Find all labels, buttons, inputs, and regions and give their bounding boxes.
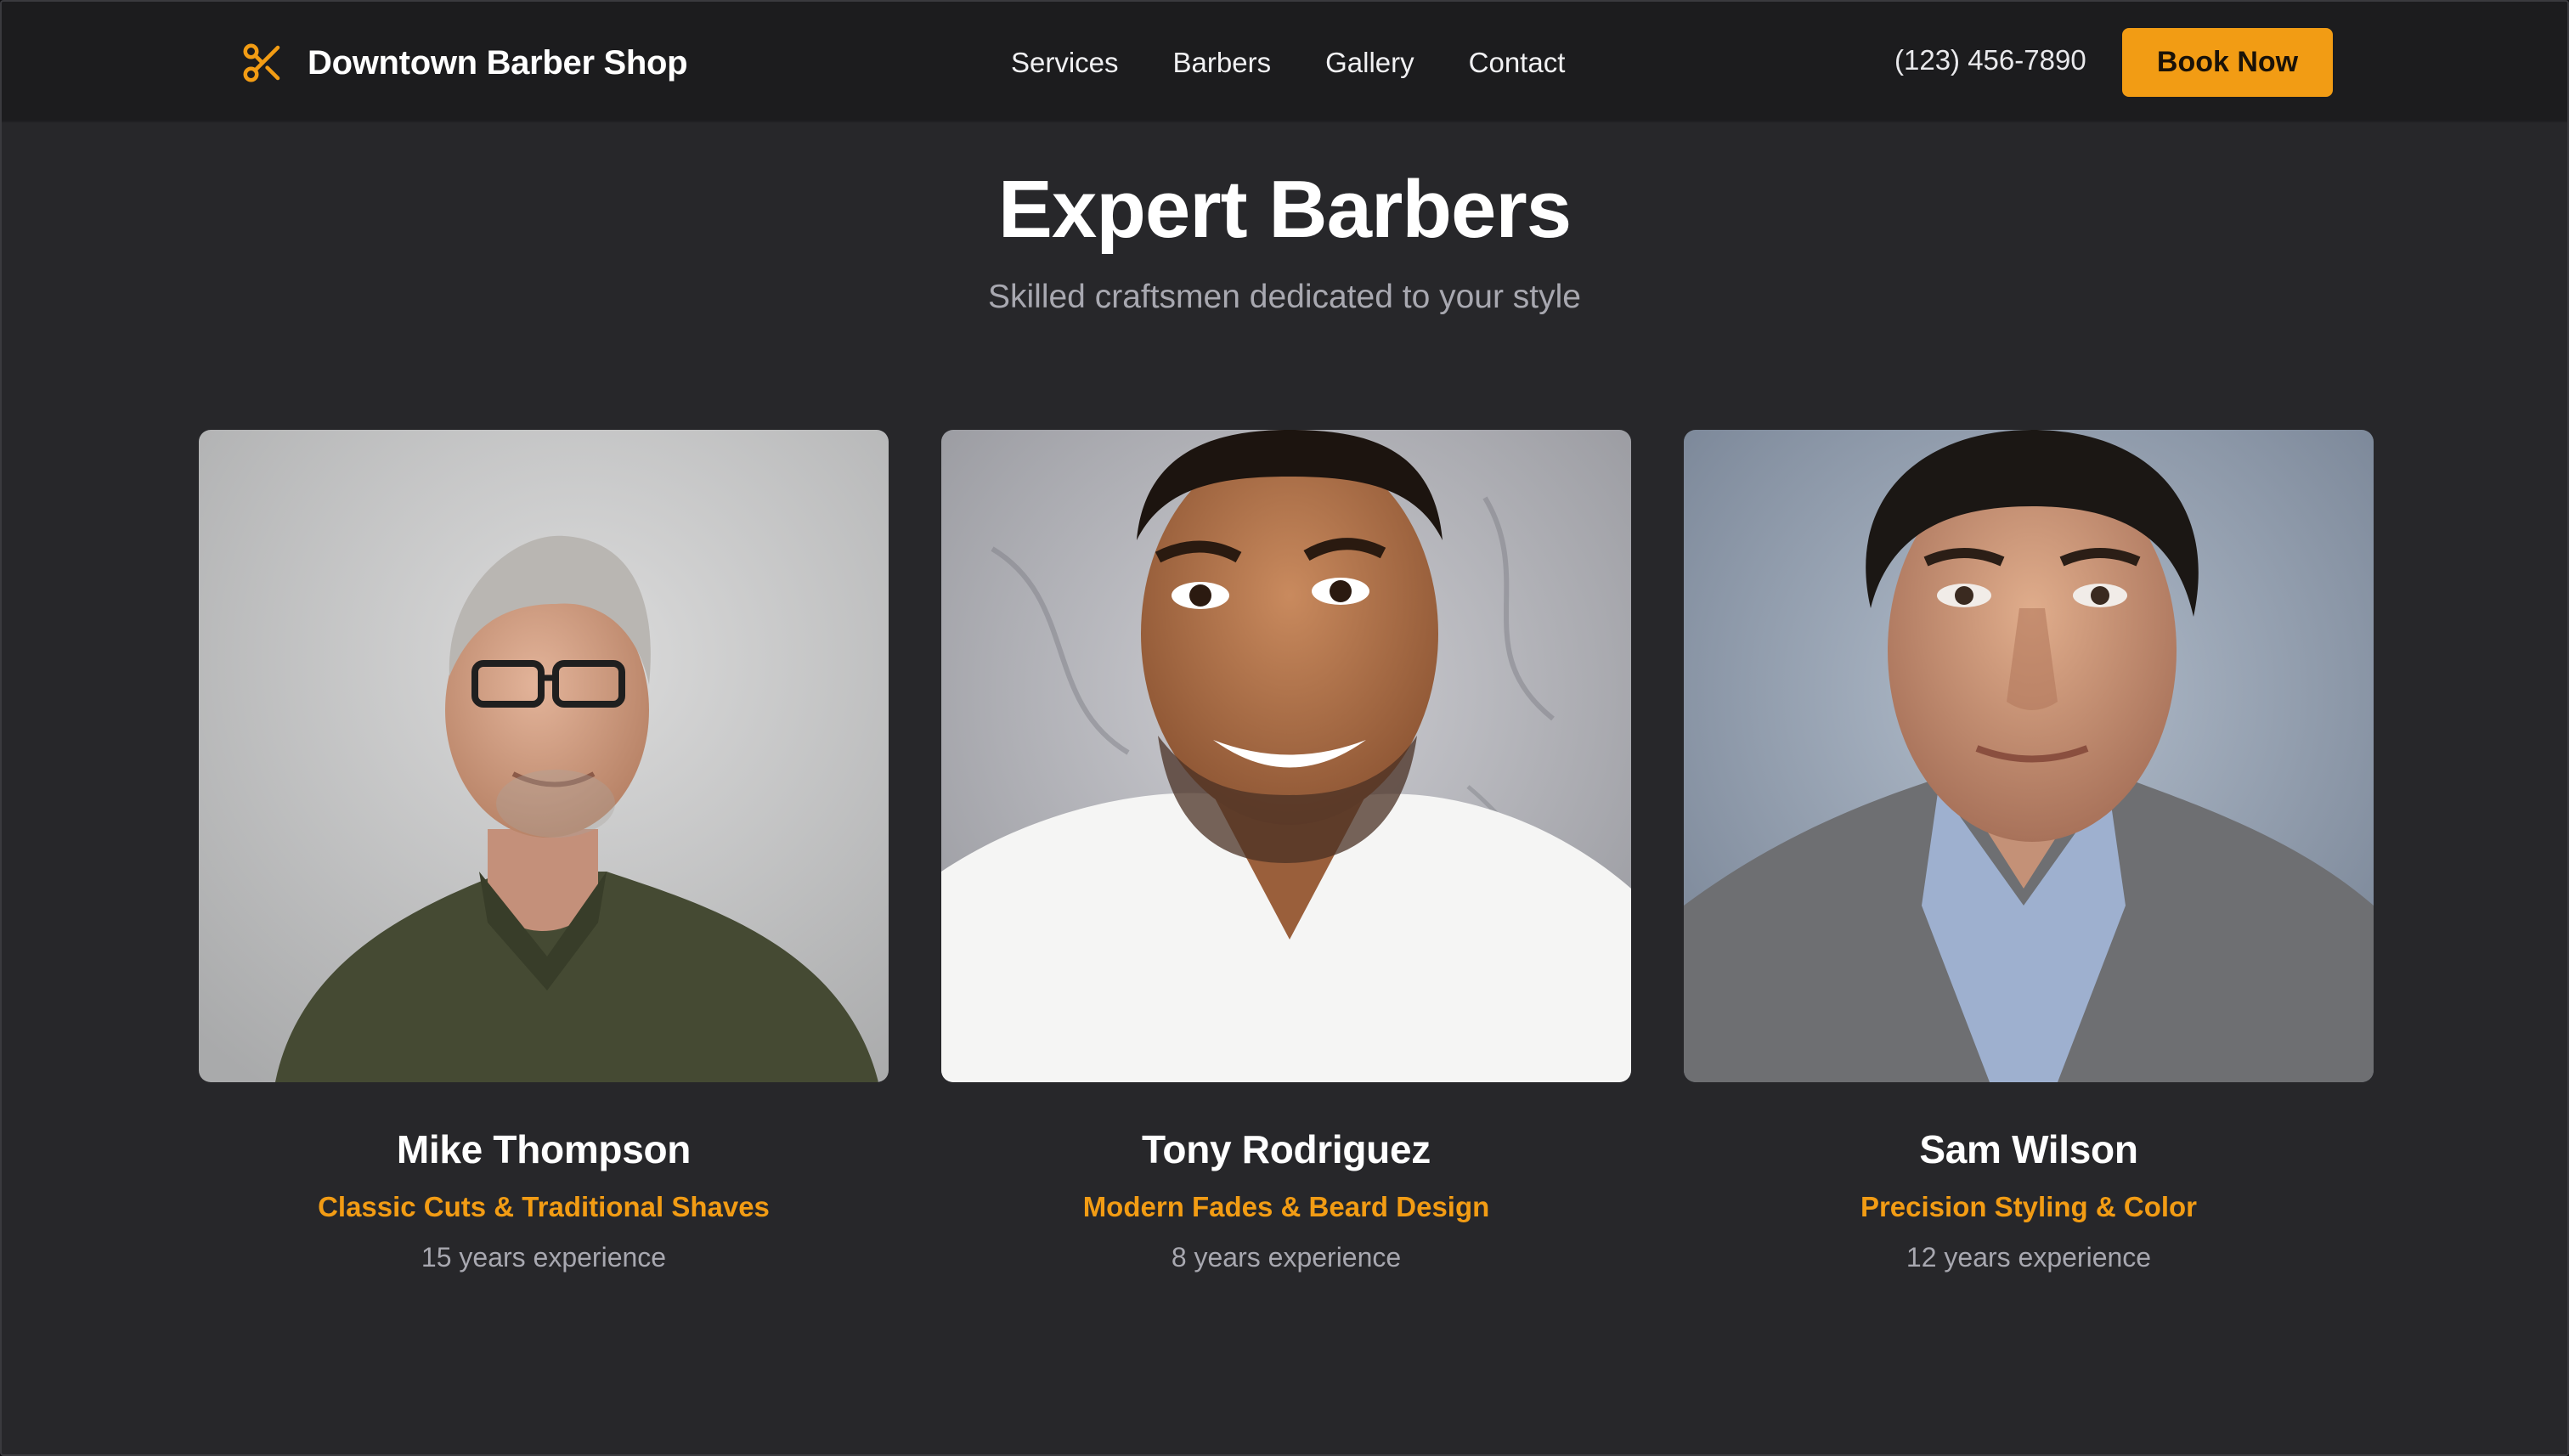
barber-card: Tony Rodriguez Modern Fades & Beard Desi… bbox=[941, 430, 1631, 1273]
barber-name: Mike Thompson bbox=[396, 1127, 692, 1171]
scissors-icon bbox=[243, 43, 280, 82]
section-title: Expert Barbers bbox=[997, 164, 1572, 255]
barber-portrait-image bbox=[941, 430, 1631, 1082]
nav-link-contact[interactable]: Contact bbox=[1469, 47, 1566, 79]
browser-viewport: Downtown Barber Shop Services Barbers Ga… bbox=[0, 0, 2569, 1456]
section-subtitle: Skilled craftsmen dedicated to your styl… bbox=[987, 279, 1581, 315]
barber-experience: 12 years experience bbox=[1906, 1242, 2152, 1273]
brand-name: Downtown Barber Shop bbox=[308, 43, 688, 82]
nav-link-barbers[interactable]: Barbers bbox=[1173, 47, 1272, 79]
nav-link-gallery[interactable]: Gallery bbox=[1325, 47, 1414, 79]
barber-card: Mike Thompson Classic Cuts & Traditional… bbox=[199, 430, 889, 1273]
barber-photo bbox=[941, 430, 1631, 1082]
phone-number[interactable]: (123) 456-7890 bbox=[1894, 44, 2086, 76]
barber-photo bbox=[1684, 430, 2374, 1082]
barber-experience: 15 years experience bbox=[421, 1242, 667, 1273]
book-now-button[interactable]: Book Now bbox=[2122, 28, 2333, 97]
barber-portrait-image bbox=[199, 430, 889, 1082]
barber-name: Sam Wilson bbox=[1919, 1127, 2138, 1171]
barber-card: Sam Wilson Precision Styling & Color 12 … bbox=[1684, 430, 2374, 1273]
barber-specialty: Modern Fades & Beard Design bbox=[1082, 1191, 1490, 1222]
barber-portrait-image bbox=[1684, 430, 2374, 1082]
barber-photo bbox=[199, 430, 889, 1082]
top-navbar: Downtown Barber Shop Services Barbers Ga… bbox=[2, 2, 2567, 122]
brand-logo-link[interactable]: Downtown Barber Shop bbox=[240, 36, 688, 90]
barber-name: Tony Rodriguez bbox=[1142, 1127, 1431, 1171]
nav-link-services[interactable]: Services bbox=[1011, 47, 1119, 79]
barber-specialty: Classic Cuts & Traditional Shaves bbox=[318, 1191, 770, 1222]
barber-specialty: Precision Styling & Color bbox=[1860, 1191, 2198, 1222]
nav-links: Services Barbers Gallery Contact bbox=[1011, 41, 1565, 85]
barber-experience: 8 years experience bbox=[1171, 1242, 1402, 1273]
